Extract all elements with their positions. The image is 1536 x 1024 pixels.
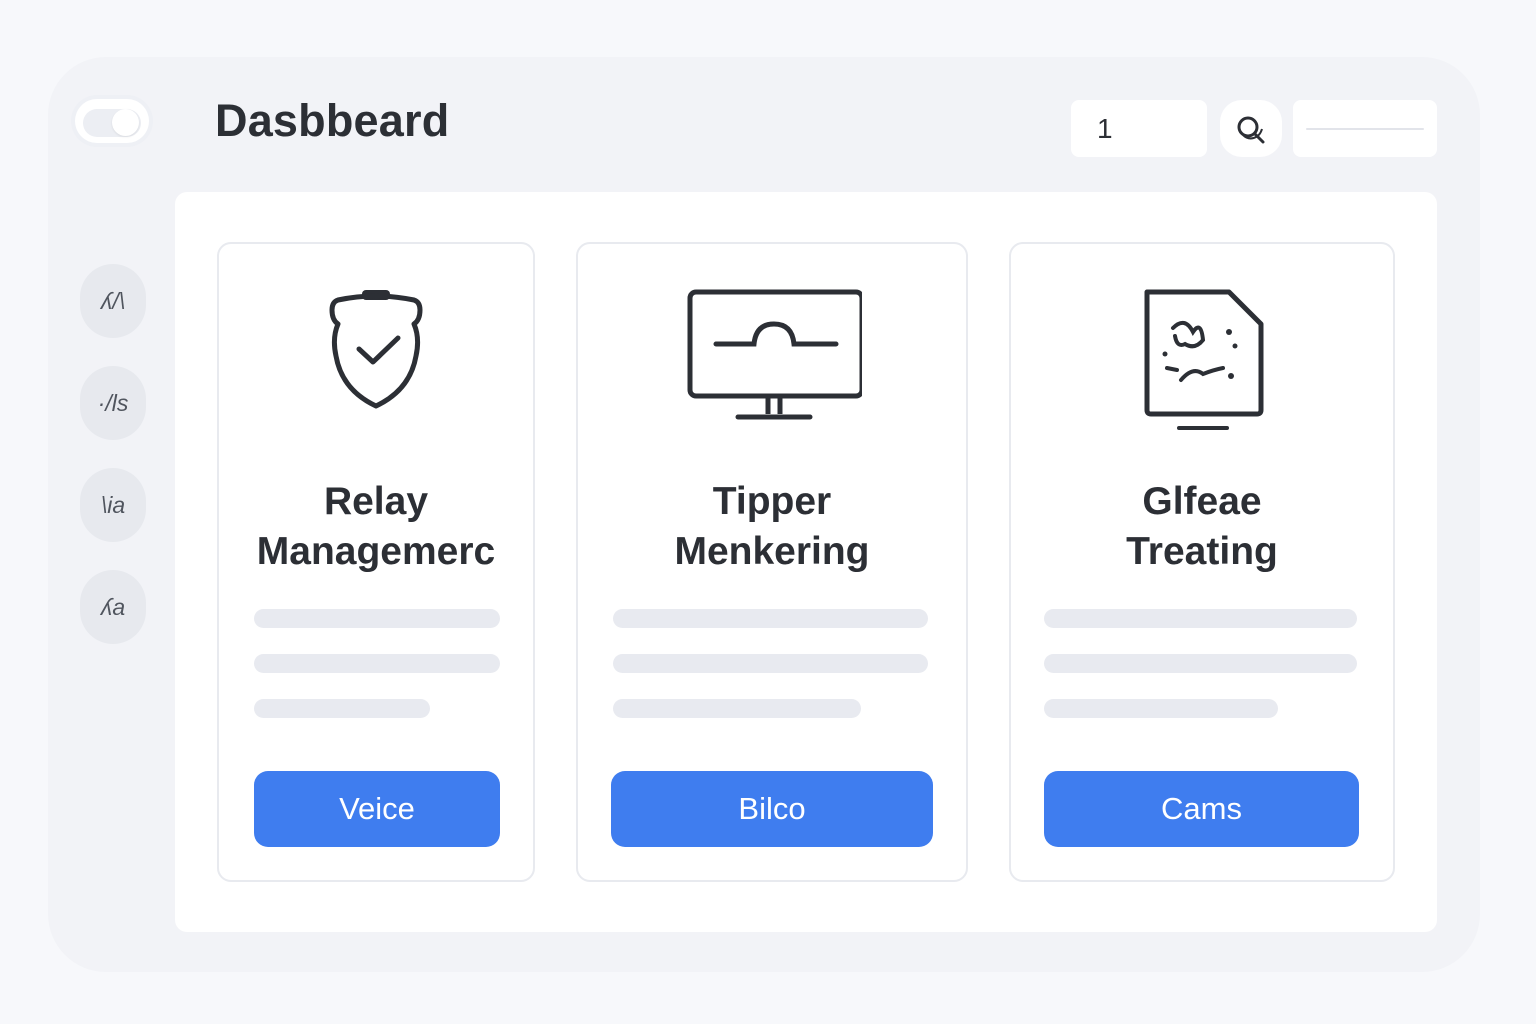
skeleton-line <box>254 654 500 673</box>
skeleton-line <box>613 654 928 673</box>
toggle-knob <box>112 109 139 136</box>
sidebar-item-translate[interactable]: ʎa <box>80 570 146 644</box>
card-relay-management: Relay Managemerc Veice <box>217 242 535 882</box>
skeleton-line <box>613 609 928 628</box>
search-button[interactable] <box>1220 100 1282 157</box>
sidebar-item-list[interactable]: ·/ls <box>80 366 146 440</box>
sidebar-item-code[interactable]: ʎ/\ <box>80 264 146 338</box>
search-icon <box>1237 116 1265 143</box>
veice-button[interactable]: Veice <box>254 771 500 847</box>
card-tipper-menkering: Tipper Menkering Bilco <box>576 242 968 882</box>
translate-icon: ʎa <box>100 593 126 620</box>
card-title: Glfeae Treating <box>1021 477 1383 577</box>
theme-toggle[interactable] <box>75 99 149 143</box>
card-title-line2: Menkering <box>674 530 870 573</box>
document-icon <box>1144 289 1264 430</box>
header-input[interactable] <box>1071 100 1207 157</box>
sidebar-item-text[interactable]: \ia <box>80 468 146 542</box>
card-title: Relay Managemerc <box>229 477 523 577</box>
skeleton-line <box>613 699 861 718</box>
page-title: Dasbbeard <box>215 95 450 146</box>
list-icon: ·/ls <box>97 389 129 416</box>
skeleton-line <box>1044 699 1278 718</box>
skeleton-line <box>254 699 430 718</box>
monitor-icon <box>687 289 862 420</box>
shield-check-icon <box>329 290 423 409</box>
card-title: Tipper Menkering <box>588 477 956 577</box>
card-title-line2: Treating <box>1126 530 1278 573</box>
skeleton-line <box>1044 654 1357 673</box>
sidebar: ʎ/\ ·/ls \ia ʎa <box>80 264 148 672</box>
card-title-line1: Tipper <box>712 480 832 523</box>
main-panel: Relay Managemerc Veice Tipper Menkering … <box>175 192 1437 932</box>
text-icon: \ia <box>100 491 126 518</box>
app-window: Dasbbeard ʎ/\ ·/ls \ia ʎa <box>48 57 1480 972</box>
skeleton-line <box>1044 609 1357 628</box>
bilco-button[interactable]: Bilco <box>611 771 933 847</box>
cams-button[interactable]: Cams <box>1044 771 1359 847</box>
code-icon: ʎ/\ <box>100 287 126 314</box>
card-title-line1: Glfeae <box>1142 480 1262 523</box>
card-title-line2: Managemerc <box>256 530 496 573</box>
header-field[interactable] <box>1293 100 1437 157</box>
skeleton-line <box>254 609 500 628</box>
card-title-line1: Relay <box>323 480 429 523</box>
header-field-line <box>1306 128 1424 130</box>
card-glfeae-treating: Glfeae Treating Cams <box>1009 242 1395 882</box>
